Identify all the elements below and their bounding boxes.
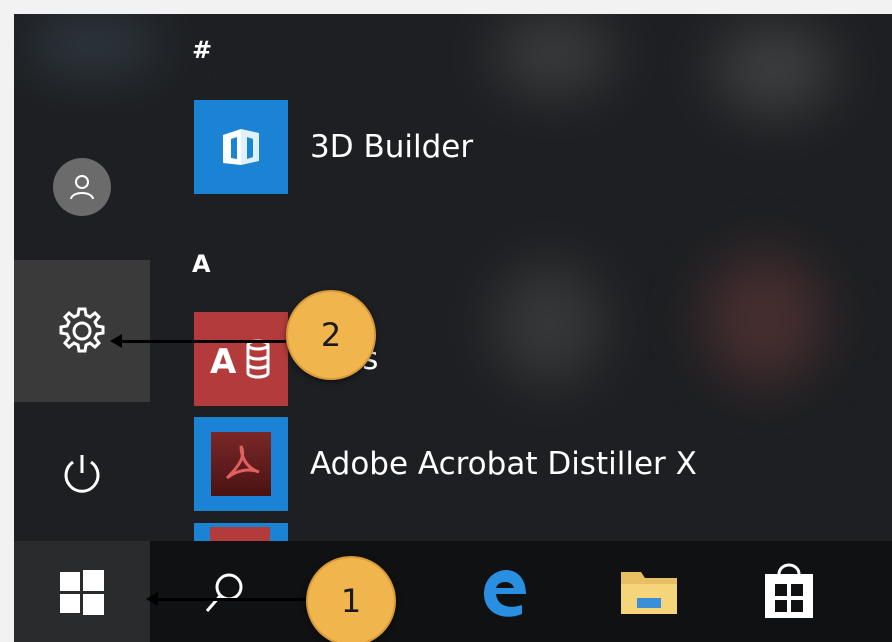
store-icon	[765, 563, 813, 618]
gear-icon	[59, 307, 105, 353]
app-item-partial[interactable]	[194, 523, 288, 541]
start-button[interactable]	[14, 541, 150, 642]
app-name: 3D Builder	[310, 129, 474, 165]
section-header[interactable]: A	[192, 250, 211, 278]
store-button[interactable]	[744, 541, 834, 642]
svg-text:A: A	[210, 342, 237, 382]
acrobat-distiller-icon	[194, 417, 288, 511]
search-icon	[205, 573, 243, 612]
app-item-adobe-acrobat-distiller[interactable]: Adobe Acrobat Distiller X	[194, 417, 844, 511]
3d-builder-icon	[194, 100, 288, 194]
windows-logo-icon	[60, 569, 104, 615]
section-header[interactable]: #	[192, 36, 212, 64]
search-button[interactable]	[184, 541, 264, 642]
power-button[interactable]	[14, 434, 150, 514]
app-item-3d-builder[interactable]: 3D Builder	[194, 100, 844, 194]
user-icon	[53, 158, 111, 216]
background-blur	[494, 14, 614, 94]
callout-arrow	[154, 598, 312, 601]
start-menu: # 3D Builder A A cess	[14, 14, 892, 642]
edge-button[interactable]	[464, 541, 544, 642]
file-explorer-button[interactable]	[604, 541, 694, 642]
start-left-rail	[14, 14, 150, 541]
edge-icon	[484, 569, 526, 617]
app-icon	[210, 527, 270, 541]
callout-badge-2: 2	[286, 290, 376, 380]
access-icon: A	[194, 312, 288, 406]
callout-arrowhead	[110, 334, 122, 348]
power-icon	[64, 455, 100, 493]
callout-arrow	[118, 340, 286, 343]
app-name: Adobe Acrobat Distiller X	[310, 446, 697, 482]
callout-arrowhead	[146, 592, 158, 606]
user-account-button[interactable]	[14, 152, 150, 222]
callout-badge-1: 1	[306, 556, 396, 642]
settings-button[interactable]	[14, 260, 150, 402]
folder-icon	[621, 571, 677, 614]
